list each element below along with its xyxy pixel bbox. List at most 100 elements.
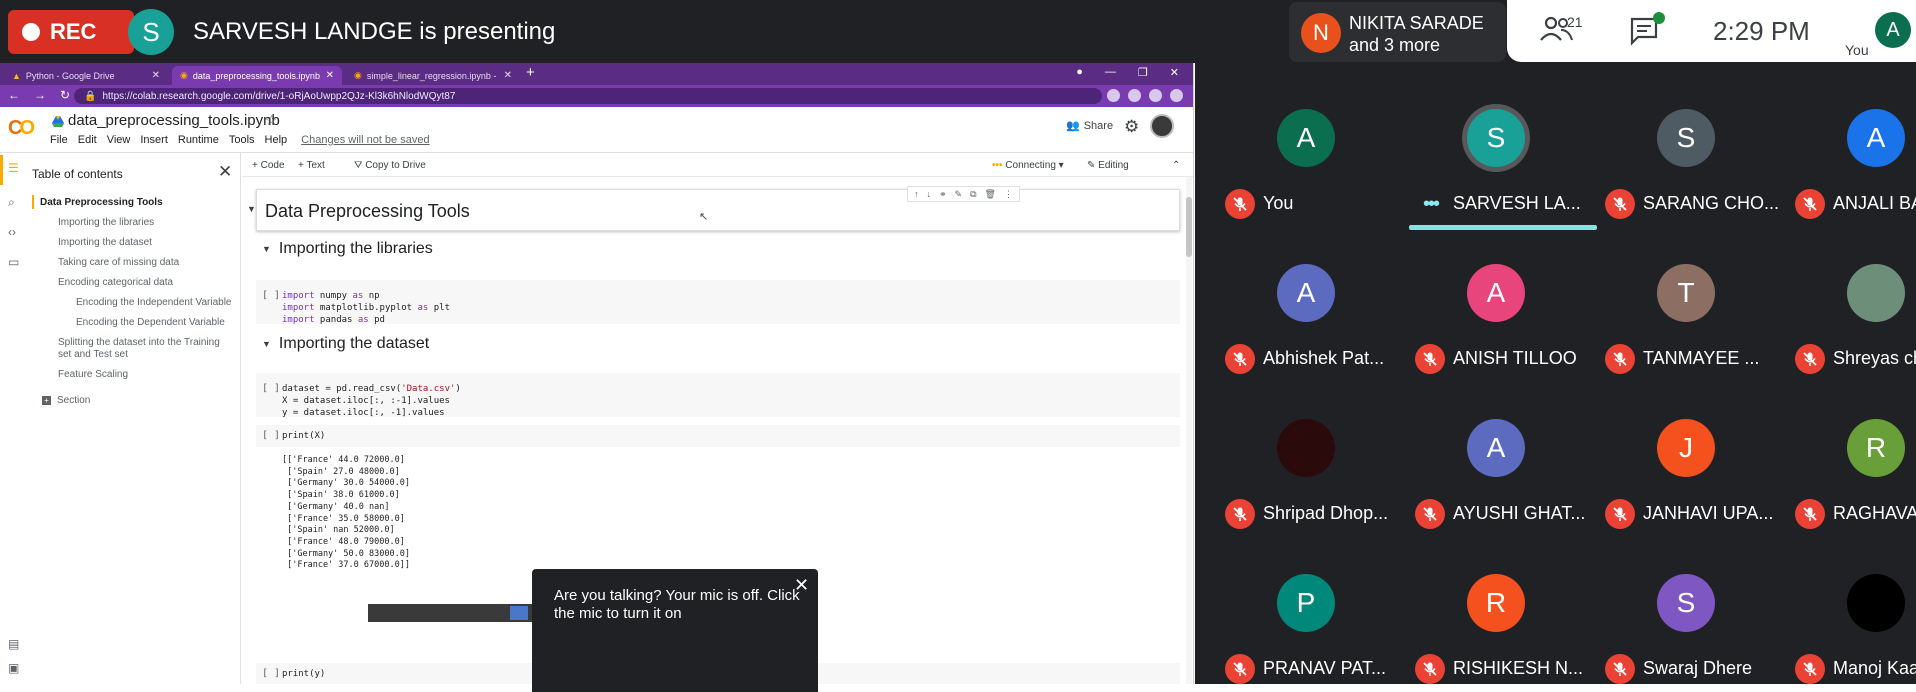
more-icon[interactable]: ⋮ <box>1004 189 1013 200</box>
participant-tile[interactable]: J JANHAVI UPA... <box>1595 407 1783 563</box>
toc-item-splitting-dataset[interactable]: Splitting the dataset into the Training <box>58 337 220 348</box>
new-tab-icon[interactable]: + <box>526 64 535 81</box>
extension-icon[interactable] <box>1149 89 1162 102</box>
profile-dot-icon[interactable]: ● <box>1076 66 1083 79</box>
collapse-icon[interactable]: ⌃ <box>1172 160 1180 171</box>
gear-icon[interactable]: ⚙ <box>1124 117 1139 137</box>
close-icon[interactable]: ✕ <box>218 162 232 182</box>
link-icon[interactable]: ⚭ <box>939 189 947 200</box>
tab-simple-linear-regression[interactable]: ◉ simple_linear_regression.ipynb - ✕ <box>346 66 520 85</box>
move-up-icon[interactable]: ↑ <box>914 189 919 199</box>
participant-tile[interactable]: T TANMAYEE ... <box>1595 252 1783 408</box>
move-down-icon[interactable]: ↓ <box>927 189 932 199</box>
participant-tile[interactable]: S Swaraj Dhere <box>1595 562 1783 684</box>
participant-tile[interactable]: Shreyas chim <box>1785 252 1916 408</box>
participant-tile[interactable]: A ANISH TILLOO <box>1405 252 1593 408</box>
participant-tile[interactable]: Shripad Dhop... <box>1215 407 1403 563</box>
extension-icon[interactable] <box>1128 89 1141 102</box>
close-tab-icon[interactable]: ✕ <box>326 70 334 81</box>
close-icon[interactable]: ✕ <box>794 575 809 596</box>
menu-runtime[interactable]: Runtime <box>178 134 219 146</box>
participant-tile[interactable]: A ANJALI BANE <box>1785 97 1916 253</box>
delete-icon[interactable]: 🗑 <box>985 189 996 200</box>
code-editor[interactable]: print(y) <box>282 668 325 680</box>
close-tab-icon[interactable]: ✕ <box>152 70 160 81</box>
code-snippets-icon[interactable]: ‹› <box>8 225 16 239</box>
copy-to-drive-button[interactable]: ⛛ Copy to Drive <box>354 160 426 171</box>
colab-logo[interactable]: CO <box>8 117 35 140</box>
run-cell-button[interactable]: [ ] <box>262 383 280 394</box>
participant-tile[interactable]: A AYUSHI GHAT... <box>1405 407 1593 563</box>
add-code-button[interactable]: + Code <box>252 160 285 171</box>
files-icon[interactable]: ▭ <box>8 255 19 269</box>
toc-item-feature-scaling[interactable]: Feature Scaling <box>58 369 128 380</box>
section-heading[interactable]: ▼ Importing the libraries <box>262 240 433 258</box>
code-editor[interactable]: print(X) <box>282 430 325 442</box>
toc-item-missing-data[interactable]: Taking care of missing data <box>58 257 179 268</box>
runtime-status[interactable]: ••• Connecting ▾ <box>992 160 1064 171</box>
toc-item-encoding-independent[interactable]: Encoding the Independent Variable <box>76 297 232 308</box>
menu-insert[interactable]: Insert <box>140 134 168 146</box>
close-tab-icon[interactable]: ✕ <box>504 70 512 81</box>
menu-tools[interactable]: Tools <box>229 134 255 146</box>
toc-item-splitting-dataset-cont[interactable]: set and Test set <box>58 349 128 360</box>
recording-indicator[interactable]: REC <box>8 10 134 54</box>
collapse-caret-icon[interactable]: ▼ <box>262 339 271 349</box>
edit-icon[interactable]: ✎ <box>955 189 963 200</box>
toc-item-data-preprocessing[interactable]: Data Preprocessing Tools <box>40 197 163 208</box>
participant-tile[interactable]: S SARANG CHO... <box>1595 97 1783 253</box>
extension-icon[interactable] <box>1107 89 1120 102</box>
run-cell-button[interactable]: [ ] <box>262 290 280 301</box>
code-cell-dataset[interactable]: [ ] dataset = pd.read_csv('Data.csv') X … <box>256 373 1180 419</box>
you-avatar[interactable]: A <box>1875 12 1911 48</box>
collapse-caret-icon[interactable]: ▼ <box>262 244 271 254</box>
code-editor[interactable]: import numpy as np import matplotlib.pyp… <box>282 290 450 326</box>
user-avatar[interactable] <box>1150 114 1174 138</box>
section-heading[interactable]: ▼ Importing the dataset <box>262 335 429 353</box>
collapse-caret-icon[interactable]: ▼ <box>247 204 256 214</box>
run-cell-button[interactable]: [ ] <box>262 430 280 441</box>
participant-tile[interactable]: R RISHIKESH N... <box>1405 562 1593 684</box>
participant-tile[interactable]: A Abhishek Pat... <box>1215 252 1403 408</box>
close-window-icon[interactable]: ✕ <box>1170 66 1179 79</box>
unsaved-changes-link[interactable]: Changes will not be saved <box>301 134 429 146</box>
forward-icon[interactable]: → <box>34 88 46 102</box>
terminal-icon[interactable]: ▣ <box>8 661 19 675</box>
code-cell-print-x[interactable]: [ ] print(X) <box>256 425 1180 447</box>
participant-tile[interactable]: Manoj Kaakade <box>1785 562 1916 684</box>
share-button[interactable]: 👥 Share <box>1066 119 1113 133</box>
add-text-button[interactable]: + Text <box>298 160 325 171</box>
tab-data-preprocessing[interactable]: ◉ data_preprocessing_tools.ipynb ✕ <box>172 66 342 85</box>
notebook-title[interactable]: data_preprocessing_tools.ipynb <box>68 112 280 129</box>
command-palette-icon[interactable]: ▤ <box>8 637 19 651</box>
toc-item-importing-libraries[interactable]: Importing the libraries <box>58 217 154 228</box>
menu-view[interactable]: View <box>107 134 131 146</box>
tab-python-drive[interactable]: ▲ Python - Google Drive ✕ <box>4 66 168 85</box>
participant-tile[interactable]: A You <box>1215 97 1403 253</box>
mirror-icon[interactable]: ⧉ <box>970 189 976 200</box>
url-field[interactable]: 🔒 https://colab.research.google.com/driv… <box>74 88 1102 104</box>
back-icon[interactable]: ← <box>8 88 20 102</box>
scrollbar-thumb[interactable] <box>1186 197 1192 257</box>
code-editor[interactable]: dataset = pd.read_csv('Data.csv') X = da… <box>282 383 461 419</box>
text-cell-selected[interactable]: ▼ Data Preprocessing Tools ↑ ↓ ⚭ ✎ ⧉ 🗑 ⋮… <box>247 186 1180 231</box>
participant-tile[interactable]: P PRANAV PAT... <box>1215 562 1403 684</box>
toc-item-section[interactable]: + Section <box>42 395 90 406</box>
code-cell-imports[interactable]: [ ] import numpy as np import matplotlib… <box>256 280 1180 326</box>
profile-icon[interactable] <box>1170 89 1183 102</box>
reload-icon[interactable]: ↻ <box>60 88 70 102</box>
others-pinned-tile[interactable]: N NIKITA SARADE and 3 more <box>1289 2 1506 62</box>
restore-icon[interactable]: ❐ <box>1138 66 1148 79</box>
menu-file[interactable]: File <box>50 134 68 146</box>
participant-tile[interactable]: S ••• SARVESH LA... <box>1405 97 1597 253</box>
toc-item-importing-dataset[interactable]: Importing the dataset <box>58 237 152 248</box>
menu-edit[interactable]: Edit <box>78 134 97 146</box>
star-icon[interactable]: ☆ <box>265 112 278 129</box>
editing-mode-button[interactable]: ✎ Editing <box>1087 160 1129 171</box>
toc-icon[interactable]: ☰ <box>8 161 19 175</box>
toc-item-encoding-categorical[interactable]: Encoding categorical data <box>58 277 173 288</box>
search-icon[interactable]: ⌕ <box>8 195 15 210</box>
participant-tile[interactable]: R RAGHAVAN N <box>1785 407 1916 563</box>
menu-help[interactable]: Help <box>265 134 288 146</box>
toc-item-encoding-dependent[interactable]: Encoding the Dependent Variable <box>76 317 225 328</box>
